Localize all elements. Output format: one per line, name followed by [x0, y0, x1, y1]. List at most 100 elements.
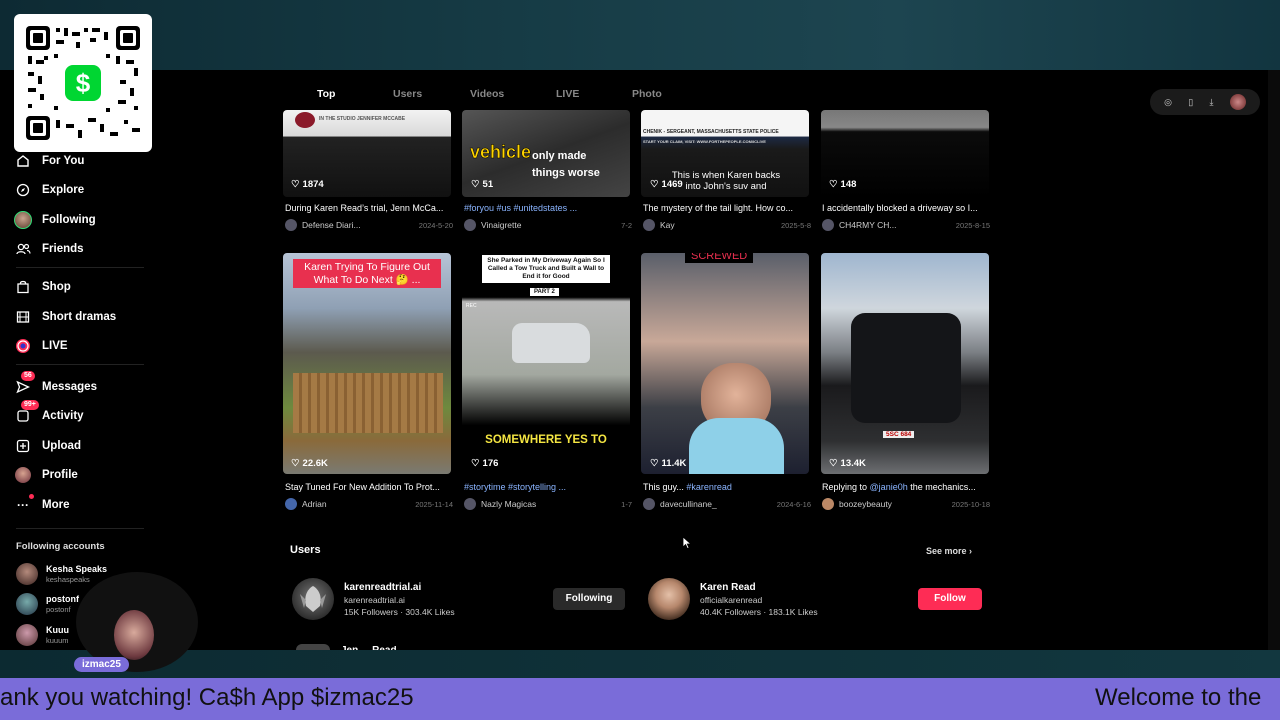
sidebar-item-shop[interactable]: Shop — [14, 277, 71, 297]
avatar — [292, 578, 334, 620]
thumbnail-text: IN THE STUDIO JENNIFER MCCABE — [319, 116, 406, 122]
download-icon[interactable]: ⤓ — [1210, 97, 1214, 108]
account-name: Kesha Speaks — [46, 564, 108, 574]
likes-count: ♡ 13.4K — [829, 458, 866, 469]
sidebar-item-label: LIVE — [42, 340, 68, 352]
video-thumbnail[interactable]: SCREWED — [641, 253, 809, 474]
user-result[interactable]: karenreadtrial.ai karenreadtrial.ai 15K … — [292, 578, 455, 620]
thumbnail-text: This is when Karen backs into John's suv… — [671, 170, 781, 192]
video-caption[interactable]: #storytime #storytelling ... — [464, 482, 632, 492]
sidebar-item-profile[interactable]: Profile — [14, 465, 78, 485]
see-more-link[interactable]: See more › — [926, 546, 972, 556]
account-name: postonf — [46, 594, 79, 604]
following-account-item[interactable]: Kuuu kuuum — [16, 624, 69, 646]
author-name: Adrian — [302, 499, 327, 509]
video-caption[interactable]: Replying to @janie0h the mechanics... — [822, 482, 990, 492]
thumbnail-text: REC — [466, 303, 477, 309]
user-result[interactable]: Karen Read officialkarenread 40.4K Follo… — [648, 578, 818, 620]
sidebar-item-live[interactable]: LIVE — [14, 336, 68, 356]
stream-bottom-band — [0, 650, 1280, 678]
user-name: karenreadtrial.ai — [344, 581, 422, 593]
following-avatar-icon — [14, 211, 32, 229]
tab-top[interactable]: Top — [317, 88, 335, 100]
sidebar-item-short-dramas[interactable]: Short dramas — [14, 307, 116, 327]
activity-icon: 99+ — [14, 400, 39, 425]
sidebar-item-label: Profile — [42, 469, 78, 481]
video-caption[interactable]: This guy... #karenread — [643, 482, 811, 492]
video-meta: boozeybeauty 2025-10-18 — [822, 498, 990, 510]
sidebar-divider — [16, 267, 144, 268]
sidebar-item-messages[interactable]: 56 Messages — [14, 371, 97, 397]
cashapp-dollar-icon: $ — [76, 68, 91, 98]
video-meta: davecullinane_ 2024-6-16 — [643, 498, 811, 510]
user-handle: officialkarenread — [700, 594, 763, 605]
chevron-right-icon: › — [969, 546, 973, 556]
video-thumbnail[interactable]: She Parked in My Driveway Again So I Cal… — [462, 253, 630, 474]
author-name: Vinaigrette — [481, 220, 522, 230]
activity-badge: 99+ — [21, 400, 39, 410]
thumbnail-text: PART 2 — [530, 288, 559, 296]
thumbnail-text: only made things worse — [532, 150, 600, 179]
thumbnail-text: START YOUR CLAIM, VISIT: WWW.FORTHEPEOPL… — [643, 139, 766, 144]
likes-count: ♡ 148 — [829, 179, 857, 190]
video-caption[interactable]: I accidentally blocked a driveway so I..… — [822, 203, 990, 213]
video-caption[interactable]: #foryou #us #unitedstates ... — [464, 203, 632, 213]
avatar — [643, 498, 655, 510]
account-handle: kuuum — [46, 636, 69, 645]
post-date: 2025-8-15 — [955, 220, 990, 230]
following-account-item[interactable]: postonf postonf — [16, 593, 79, 615]
sidebar-item-upload[interactable]: Upload — [14, 436, 81, 456]
sidebar-item-more[interactable]: ··· More — [14, 494, 70, 515]
sidebar-item-label: Activity — [42, 410, 84, 422]
shopping-bag-icon — [14, 278, 32, 296]
video-meta: Nazly Magicas 1-7 — [464, 498, 632, 510]
author-name: Defense Diari... — [302, 220, 361, 230]
messages-badge: 56 — [21, 371, 35, 381]
avatar — [16, 593, 38, 615]
heart-icon: ♡ — [471, 179, 480, 190]
message-icon: 56 — [14, 371, 35, 396]
sidebar-item-following[interactable]: Following — [14, 210, 96, 230]
compass-icon[interactable]: ◎ — [1164, 97, 1172, 108]
post-date: 2025-10-18 — [951, 499, 990, 509]
sidebar-item-label: Shop — [42, 281, 71, 293]
cashapp-qr-code: $ — [14, 14, 152, 152]
thumbnail-text: Karen Trying To Figure Out What To Do Ne… — [293, 259, 441, 288]
following-account-item[interactable]: Kesha Speaks keshaspeaks — [16, 563, 107, 585]
video-caption[interactable]: The mystery of the tail light. How co... — [643, 203, 811, 213]
page-scrollbar-track[interactable] — [1268, 70, 1280, 650]
tab-users[interactable]: Users — [393, 88, 422, 100]
device-icon[interactable]: ▯ — [1188, 97, 1193, 108]
tab-photo[interactable]: Photo — [632, 88, 662, 100]
account-handle: postonf — [46, 605, 71, 614]
post-date: 1-7 — [621, 499, 632, 509]
heart-icon: ♡ — [291, 179, 300, 190]
avatar — [285, 498, 297, 510]
avatar — [464, 219, 476, 231]
sidebar-item-label: Friends — [42, 243, 84, 255]
sidebar-item-label: More — [42, 499, 70, 511]
tab-videos[interactable]: Videos — [470, 88, 504, 100]
sidebar-item-friends[interactable]: Friends — [14, 239, 84, 259]
video-caption[interactable]: Stay Tuned For New Addition To Prot... — [285, 482, 453, 492]
users-section-title: Users — [290, 544, 321, 556]
author-name: CH4RMY CH... — [839, 220, 897, 230]
avatar — [643, 219, 655, 231]
video-caption[interactable]: During Karen Read’s trial, Jenn McCa... — [285, 203, 453, 213]
avatar — [285, 219, 297, 231]
follow-button[interactable]: Follow — [918, 588, 982, 610]
following-button[interactable]: Following — [553, 588, 625, 610]
avatar[interactable] — [1229, 94, 1246, 110]
sidebar-item-label: Messages — [42, 381, 97, 393]
video-thumbnail[interactable]: 5SC 684 — [821, 253, 989, 474]
sidebar-item-for-you[interactable]: For You — [14, 151, 84, 171]
sidebar-item-activity[interactable]: 99+ Activity — [14, 400, 84, 426]
tab-live[interactable]: LIVE — [556, 88, 579, 100]
video-meta: Vinaigrette 7-2 — [464, 219, 632, 231]
video-thumbnail[interactable]: Karen Trying To Figure Out What To Do Ne… — [283, 253, 451, 474]
ticker-text: ank you watching! Ca$h App $izmac25 — [0, 684, 414, 711]
avatar — [16, 624, 38, 646]
video-meta: CH4RMY CH... 2025-8-15 — [822, 219, 990, 231]
video-toolbar: ◎ ▯ ⤓ — [1150, 89, 1260, 115]
sidebar-item-explore[interactable]: Explore — [14, 180, 84, 200]
